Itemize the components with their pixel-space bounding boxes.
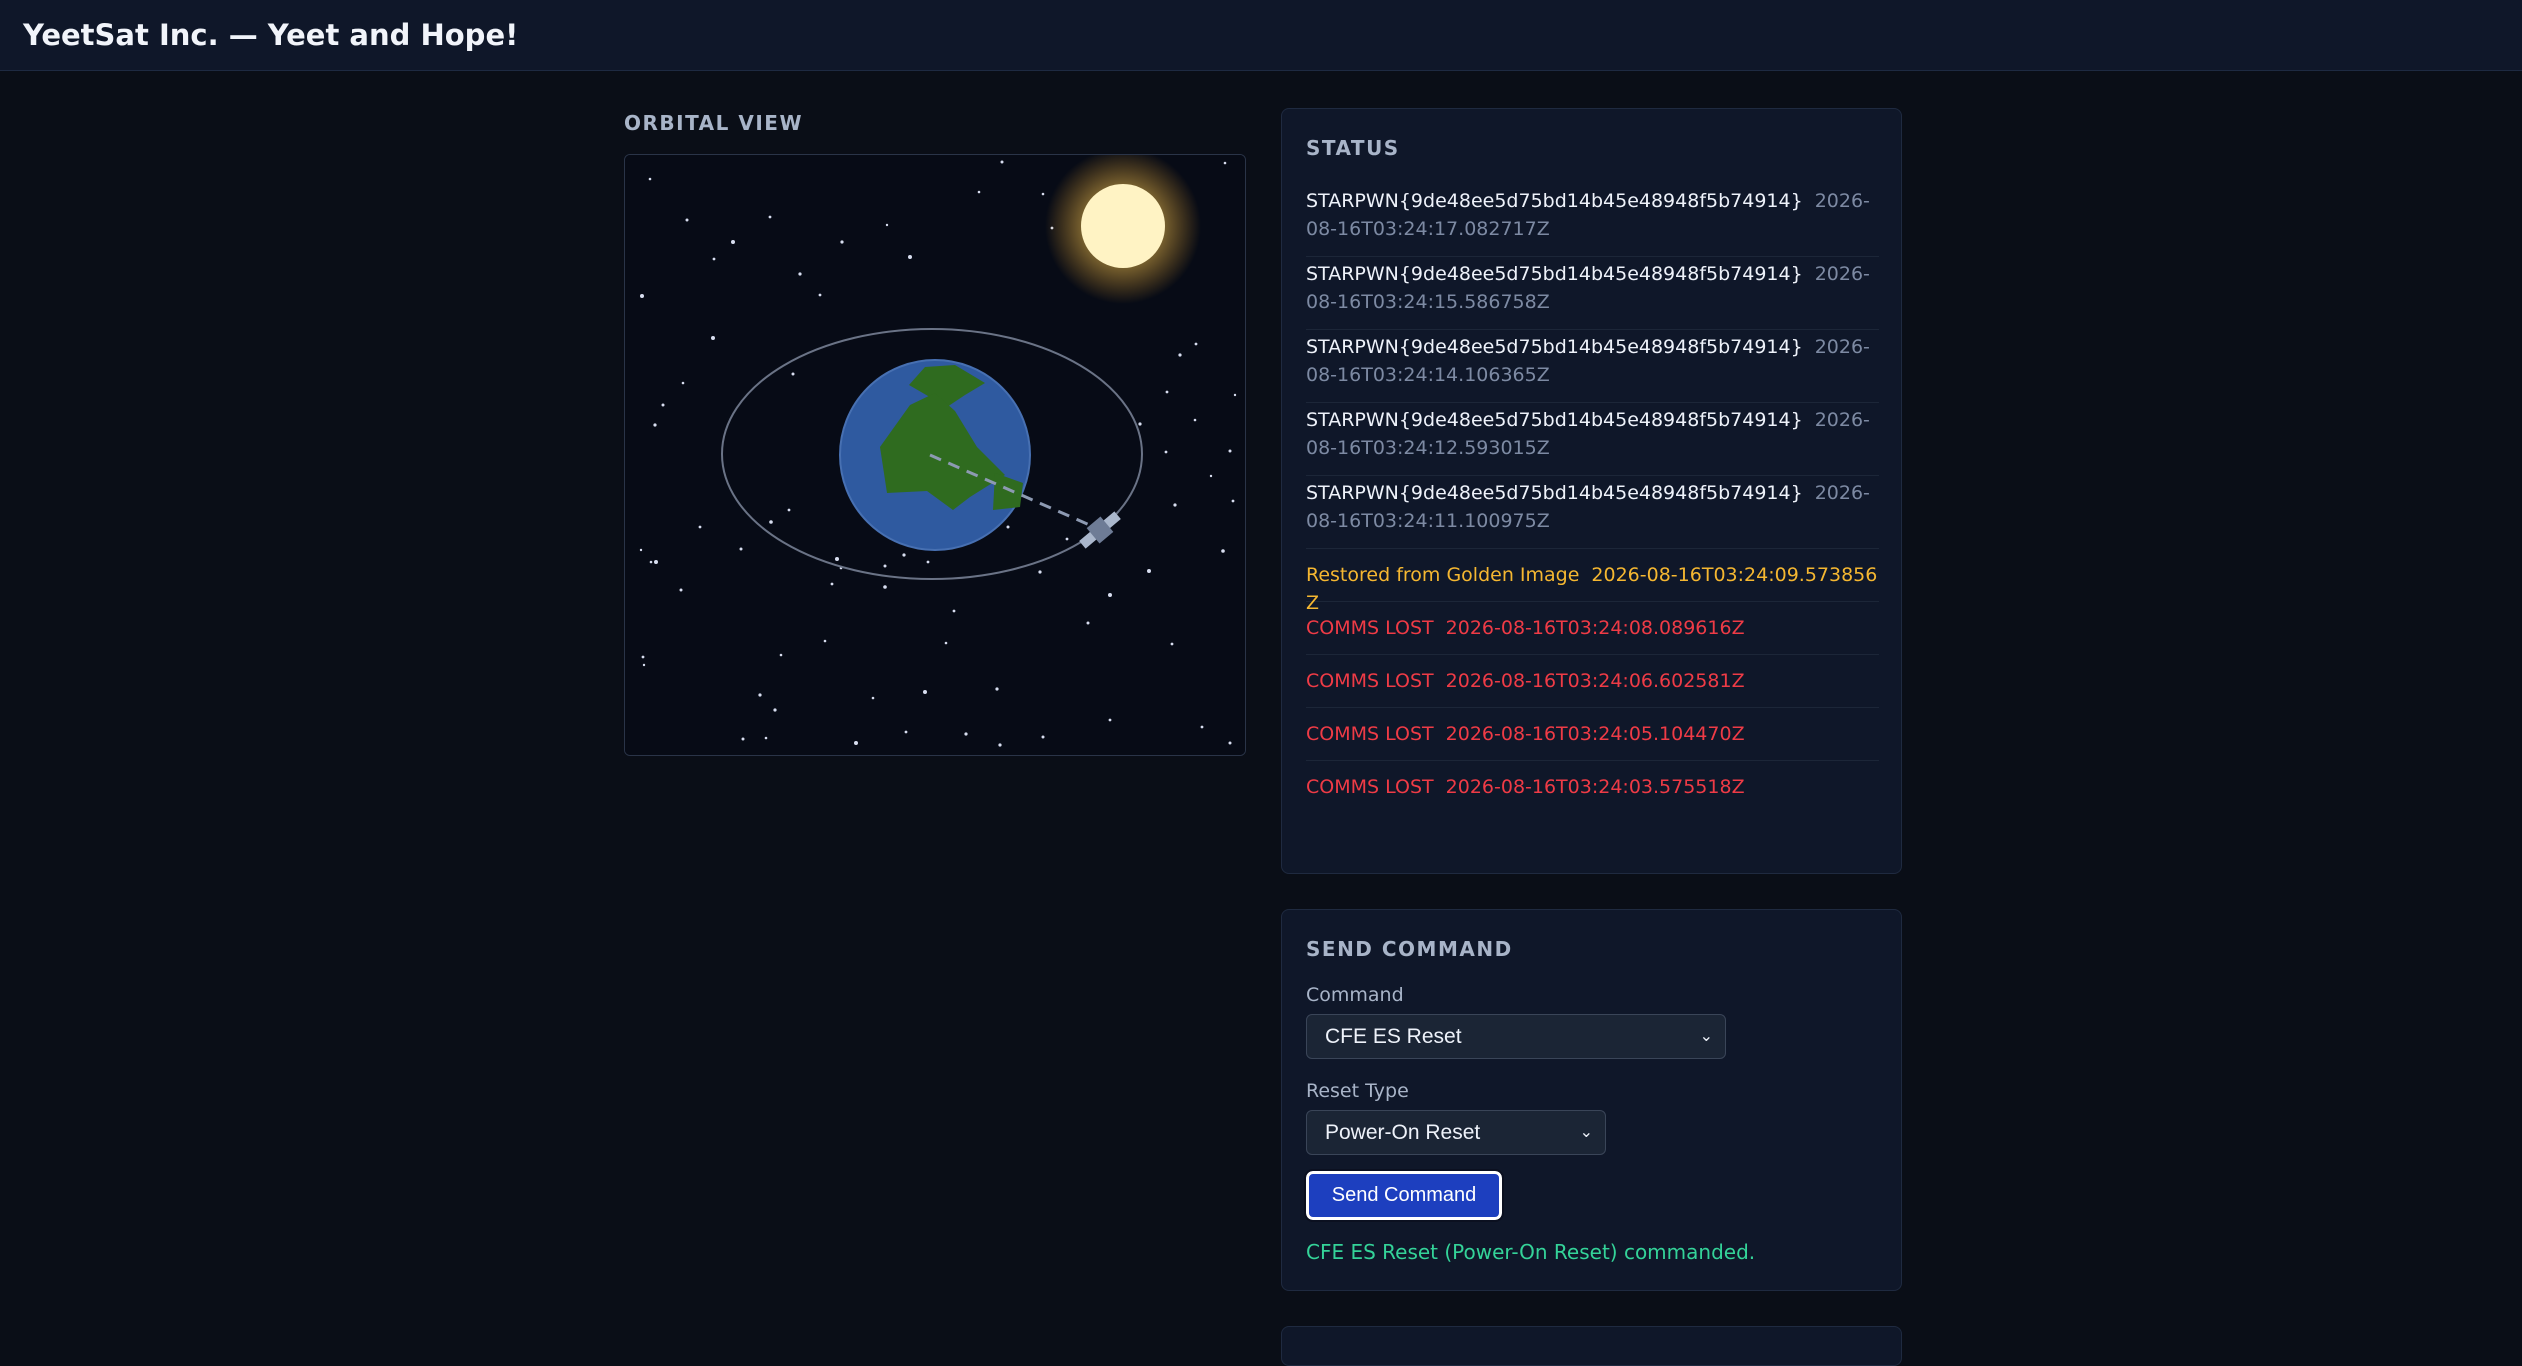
status-message: STARPWN{9de48ee5d75bd14b45e48948f5b74914… <box>1306 336 1803 358</box>
status-message: Restored from Golden Image <box>1306 564 1580 586</box>
reset-type-select[interactable]: Power-On Reset ⌄ <box>1306 1110 1606 1155</box>
status-message: STARPWN{9de48ee5d75bd14b45e48948f5b74914… <box>1306 482 1803 504</box>
app-title: YeetSat Inc. — Yeet and Hope! <box>23 18 519 52</box>
status-message: COMMS LOST <box>1306 723 1434 745</box>
reset-type-select-value: Power-On Reset <box>1325 1121 1481 1144</box>
sun <box>1081 184 1165 268</box>
status-timestamp: 2026-08-16T03:24:05.104470Z <box>1445 723 1745 745</box>
status-message: STARPWN{9de48ee5d75bd14b45e48948f5b74914… <box>1306 263 1803 285</box>
earth <box>839 359 1031 551</box>
orbital-view <box>624 154 1246 756</box>
status-entry: STARPWN{9de48ee5d75bd14b45e48948f5b74914… <box>1306 184 1879 257</box>
command-result-message: CFE ES Reset (Power-On Reset) commanded. <box>1306 1240 1756 1264</box>
send-command-panel: SEND COMMAND Command CFE ES Reset ⌄ Rese… <box>1281 909 1902 1291</box>
status-entry: Restored from Golden Image 2026-08-16T03:… <box>1306 549 1879 614</box>
top-bar: YeetSat Inc. — Yeet and Hope! <box>0 0 2522 71</box>
status-entry: STARPWN{9de48ee5d75bd14b45e48948f5b74914… <box>1306 403 1879 476</box>
orbital-view-heading: ORBITAL VIEW <box>624 111 804 135</box>
status-heading: STATUS <box>1306 136 1400 160</box>
command-select-value: CFE ES Reset <box>1325 1025 1462 1048</box>
next-panel <box>1281 1326 1902 1366</box>
status-message: COMMS LOST <box>1306 776 1434 798</box>
status-message: COMMS LOST <box>1306 617 1434 639</box>
status-list: STARPWN{9de48ee5d75bd14b45e48948f5b74914… <box>1306 184 1879 814</box>
status-entry: COMMS LOST 2026-08-16T03:24:08.089616Z <box>1306 602 1879 655</box>
status-entry: STARPWN{9de48ee5d75bd14b45e48948f5b74914… <box>1306 257 1879 330</box>
status-timestamp: 2026-08-16T03:24:03.575518Z <box>1445 776 1745 798</box>
send-command-heading: SEND COMMAND <box>1306 937 1513 961</box>
status-panel: STATUS STARPWN{9de48ee5d75bd14b45e48948f… <box>1281 108 1902 874</box>
status-message: STARPWN{9de48ee5d75bd14b45e48948f5b74914… <box>1306 190 1803 212</box>
reset-type-label: Reset Type <box>1306 1080 1409 1102</box>
send-command-button[interactable]: Send Command <box>1304 1169 1504 1222</box>
status-timestamp: 2026-08-16T03:24:08.089616Z <box>1445 617 1745 639</box>
command-label: Command <box>1306 984 1404 1006</box>
chevron-down-icon: ⌄ <box>1579 1124 1593 1141</box>
status-entry: STARPWN{9de48ee5d75bd14b45e48948f5b74914… <box>1306 330 1879 403</box>
status-message: COMMS LOST <box>1306 670 1434 692</box>
status-entry: STARPWN{9de48ee5d75bd14b45e48948f5b74914… <box>1306 476 1879 549</box>
status-entry: COMMS LOST 2026-08-16T03:24:06.602581Z <box>1306 655 1879 708</box>
command-select[interactable]: CFE ES Reset ⌄ <box>1306 1014 1726 1059</box>
status-timestamp: 2026-08-16T03:24:06.602581Z <box>1445 670 1745 692</box>
status-entry: COMMS LOST 2026-08-16T03:24:03.575518Z <box>1306 761 1879 814</box>
chevron-down-icon: ⌄ <box>1699 1028 1713 1045</box>
status-message: STARPWN{9de48ee5d75bd14b45e48948f5b74914… <box>1306 409 1803 431</box>
status-entry: COMMS LOST 2026-08-16T03:24:05.104470Z <box>1306 708 1879 761</box>
